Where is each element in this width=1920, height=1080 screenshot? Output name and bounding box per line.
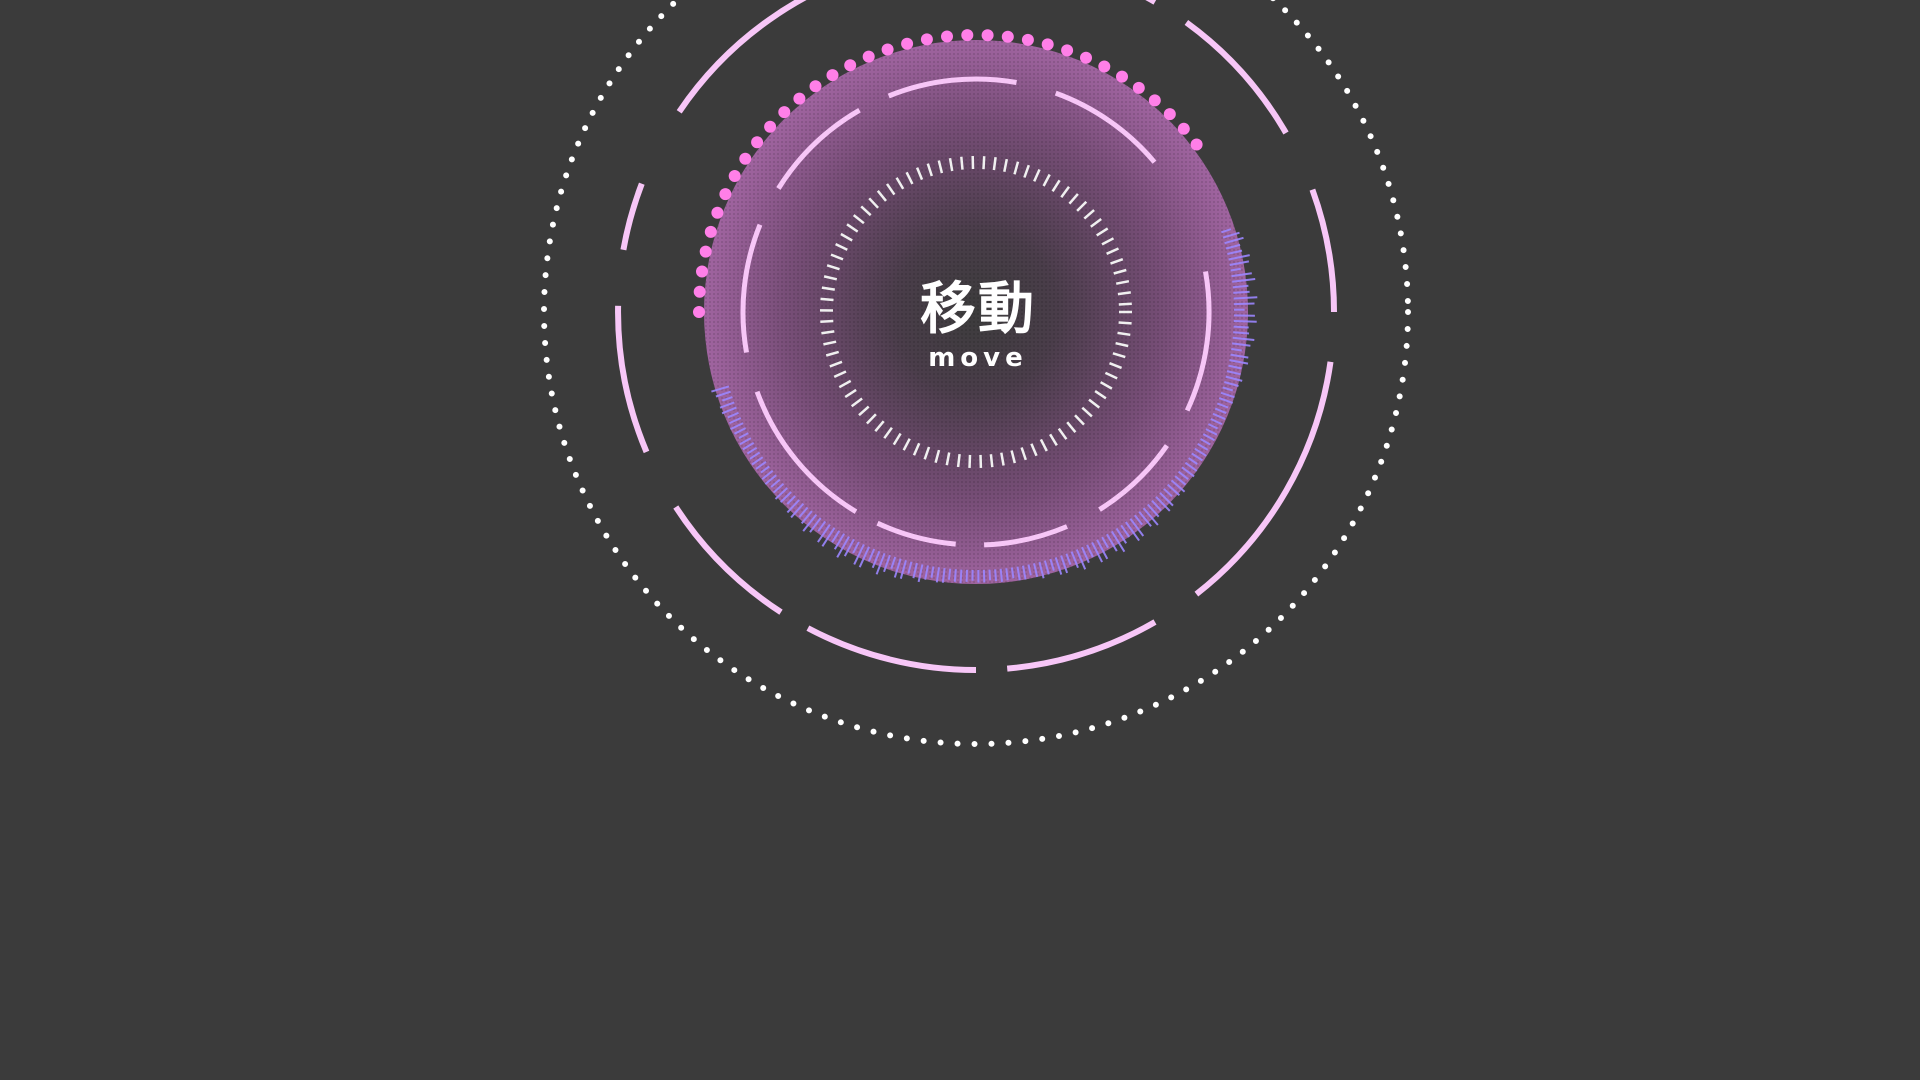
pink-dot — [1061, 44, 1074, 57]
spectrum-tick — [959, 569, 963, 584]
pink-dot — [739, 152, 752, 165]
outer-segment-2 — [1006, 619, 1157, 672]
spectrum-tick — [1005, 568, 1009, 581]
action-label-english: move — [928, 343, 1028, 373]
hud-stage: 移動 move — [0, 0, 1920, 1080]
pink-dot — [1116, 70, 1128, 83]
white-tick — [960, 156, 964, 170]
pink-dot — [826, 69, 839, 82]
spectrum-tick — [999, 568, 1003, 582]
pink-dot — [1163, 108, 1176, 121]
white-tick — [820, 319, 834, 324]
pink-dot — [1190, 138, 1203, 151]
pink-dot — [719, 188, 732, 201]
pink-dot — [941, 30, 953, 43]
white-tick — [989, 454, 994, 468]
pink-dot — [693, 306, 705, 318]
pink-dot — [704, 225, 717, 238]
pink-dot — [711, 206, 724, 219]
pink-dot — [1098, 60, 1111, 73]
spectrum-tick — [994, 569, 997, 582]
pink-dot — [764, 120, 777, 133]
pink-dot — [699, 245, 712, 258]
pink-dot — [844, 59, 857, 72]
white-tick — [821, 330, 835, 335]
pink-dot — [1177, 122, 1190, 135]
action-label-kanji: 移動 — [920, 277, 1036, 342]
spectrum-tick — [1233, 302, 1255, 306]
pink-dot — [1001, 30, 1014, 43]
white-tick — [956, 453, 961, 468]
pink-dot — [862, 50, 875, 63]
outer-segment-0 — [1309, 188, 1337, 313]
white-tick — [1117, 291, 1131, 296]
white-tick — [1118, 302, 1132, 306]
pink-dot — [693, 285, 706, 298]
pink-dot — [1148, 94, 1161, 107]
action-label: 移動 move — [878, 277, 1078, 373]
outer-segment-3 — [806, 625, 977, 673]
outer-segment-6 — [620, 182, 645, 251]
white-tick — [992, 157, 997, 171]
pink-dot — [881, 43, 894, 56]
white-tick — [1118, 321, 1132, 325]
pink-dot — [1080, 51, 1092, 64]
pink-dot — [961, 29, 974, 42]
pink-dot — [1021, 33, 1034, 46]
spectrum-tick — [1233, 331, 1250, 335]
pink-dot — [920, 33, 933, 46]
spectrum-tick — [988, 569, 992, 581]
pink-dot — [778, 106, 791, 119]
action-button-ring[interactable] — [0, 0, 1920, 1080]
spectrum-tick — [948, 568, 952, 580]
white-tick — [982, 156, 986, 170]
pink-dot — [809, 80, 822, 93]
pink-dot — [696, 265, 708, 278]
pink-dot — [728, 170, 741, 182]
outer-segment-5 — [615, 305, 650, 454]
pink-dot — [1041, 38, 1054, 51]
white-tick — [968, 454, 972, 468]
spectrum-tick — [953, 569, 957, 582]
pink-dot — [793, 92, 806, 105]
spectrum-tick — [1233, 296, 1258, 300]
spectrum-tick — [1233, 320, 1257, 323]
white-tick — [820, 297, 834, 302]
outer-segment-8 — [1184, 19, 1289, 135]
pink-dot — [981, 29, 994, 42]
pink-dot — [901, 37, 914, 50]
spectrum-tick — [1233, 325, 1249, 329]
outer-segment-4 — [673, 505, 783, 615]
pink-dot — [751, 136, 764, 149]
spectrum-tick — [1233, 290, 1250, 294]
pink-dot — [1132, 81, 1145, 94]
